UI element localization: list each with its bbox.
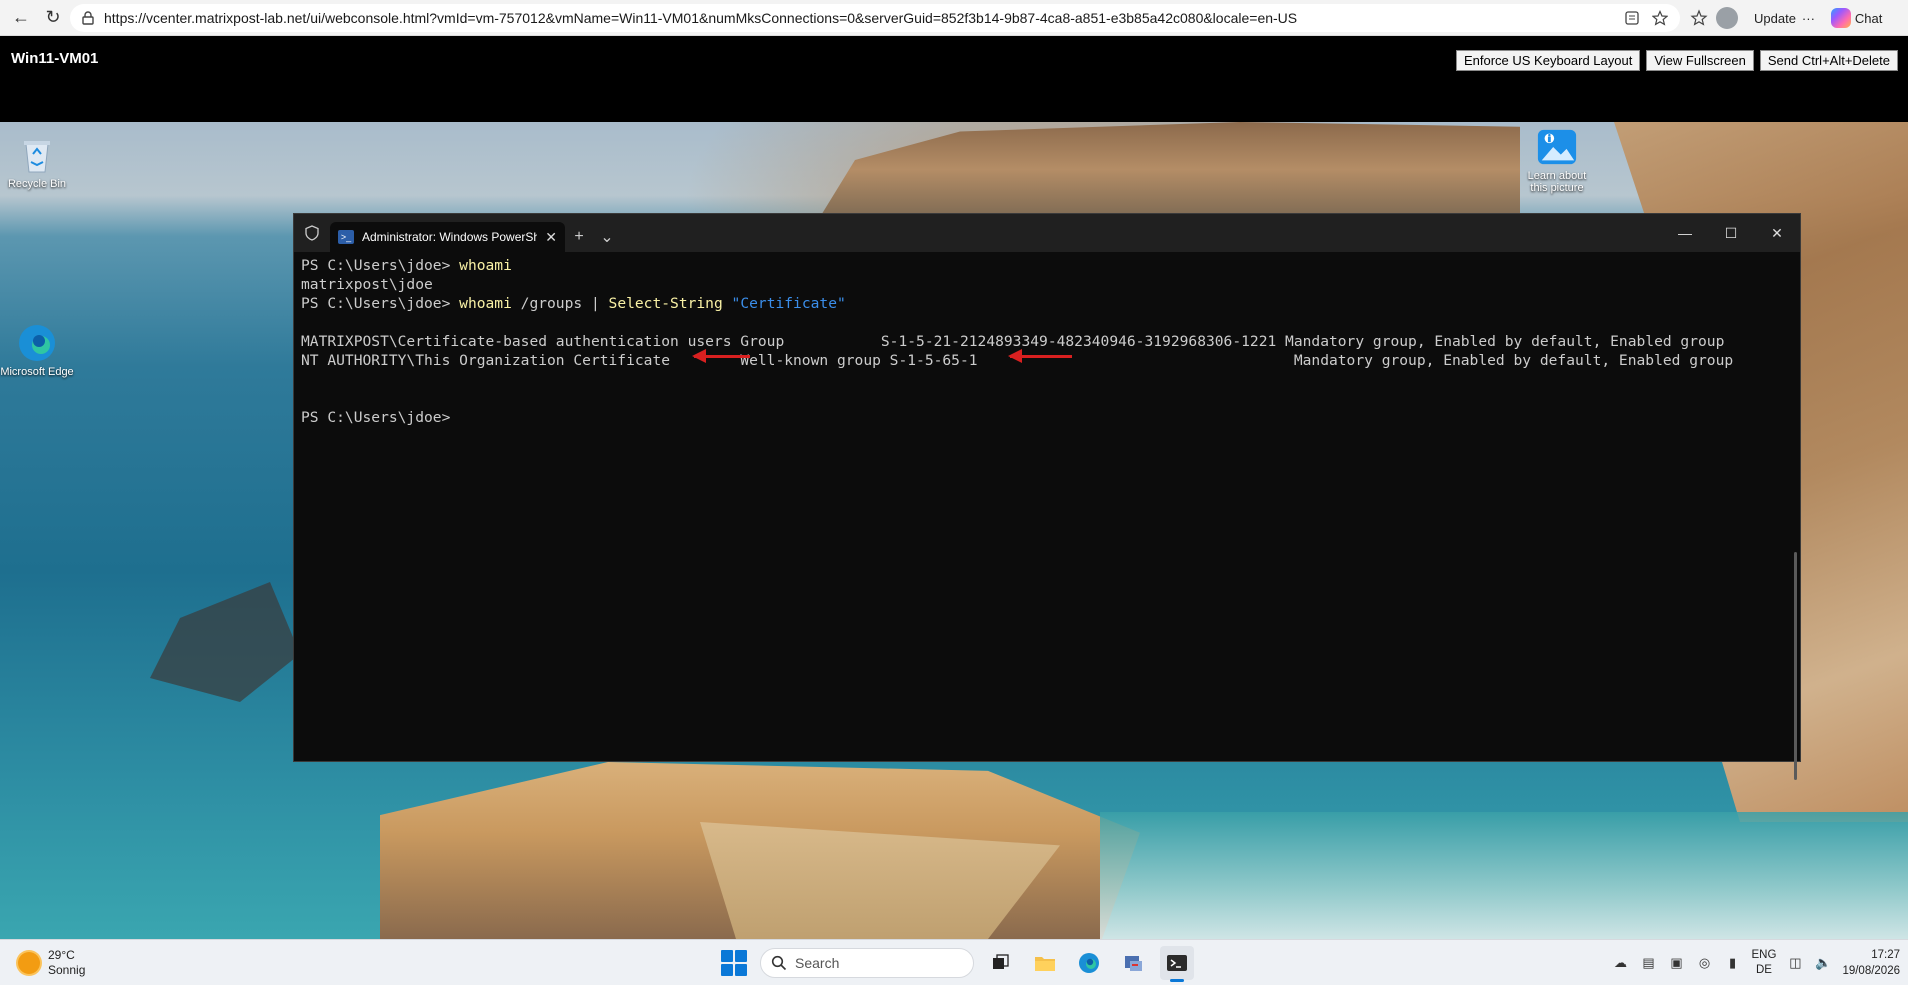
recycle-bin-label: Recycle Bin <box>7 178 67 190</box>
shield-icon <box>294 214 330 252</box>
copilot-chat-button[interactable]: Chat <box>1830 8 1883 28</box>
taskbar-search[interactable]: Search <box>760 948 974 978</box>
edge-label: Microsoft Edge <box>0 366 74 378</box>
clock[interactable]: 17:27 19/08/2026 <box>1842 947 1900 979</box>
annotation-arrow <box>692 349 750 363</box>
close-tab-icon[interactable]: ✕ <box>545 229 557 246</box>
input-language[interactable]: ENG DE <box>1752 948 1777 978</box>
terminal-tab-label: Administrator: Windows PowerShell <box>362 230 538 244</box>
terminal-titlebar[interactable]: >_ Administrator: Windows PowerShell ✕ +… <box>294 214 1800 252</box>
new-tab-icon[interactable]: + <box>565 222 593 252</box>
update-label: Update <box>1754 10 1796 26</box>
profile-avatar[interactable] <box>1716 7 1738 29</box>
browser-toolbar: ← ↻ https://vcenter.matrixpost-lab.net/u… <box>0 0 1908 36</box>
network-icon[interactable]: ◫ <box>1786 954 1804 972</box>
refresh-icon[interactable]: ↻ <box>38 3 68 33</box>
address-bar[interactable]: https://vcenter.matrixpost-lab.net/ui/we… <box>70 4 1680 32</box>
enforce-us-keyboard-button[interactable]: Enforce US Keyboard Layout <box>1455 50 1641 71</box>
close-icon[interactable]: ✕ <box>1754 214 1800 252</box>
windows-logo-icon <box>721 950 733 962</box>
file-explorer-icon[interactable] <box>1028 946 1062 980</box>
clock-date: 19/08/2026 <box>1842 965 1900 977</box>
terminal-line: PS C:\Users\jdoe> whoami <box>301 257 512 274</box>
terminal-scrollbar[interactable] <box>1794 552 1797 780</box>
learn-about-picture-label: Learn about this picture <box>1527 170 1587 194</box>
sun-icon <box>18 952 40 974</box>
terminal-window[interactable]: >_ Administrator: Windows PowerShell ✕ +… <box>293 213 1801 780</box>
favorites-icon[interactable] <box>1690 9 1708 27</box>
maximize-icon[interactable]: ☐ <box>1708 214 1754 252</box>
reader-mode-icon[interactable] <box>1624 10 1640 26</box>
copilot-icon <box>1830 8 1851 28</box>
server-manager-icon[interactable] <box>1116 946 1150 980</box>
desktop-icon-recycle-bin[interactable]: Recycle Bin <box>0 134 74 190</box>
lang-top: ENG <box>1751 949 1777 961</box>
lang-bottom: DE <box>1755 964 1772 976</box>
wallpaper-cliff <box>820 122 1520 217</box>
desktop-icon-edge[interactable]: Microsoft Edge <box>0 322 74 378</box>
search-placeholder: Search <box>795 955 840 971</box>
weather-desc: Sonnig <box>48 963 86 977</box>
vm-console-header: Win11-VM01 Enforce US Keyboard Layout Vi… <box>0 37 1908 122</box>
send-ctrl-alt-delete-button[interactable]: Send Ctrl+Alt+Delete <box>1759 50 1898 71</box>
onedrive-offline-icon[interactable]: ☁ <box>1612 954 1630 972</box>
learn-about-picture-icon <box>1536 126 1578 168</box>
desktop-icon-learn-about-picture[interactable]: Learn about this picture <box>1520 126 1594 194</box>
vmware-tools-icon[interactable]: ▣ <box>1668 954 1686 972</box>
clock-time: 17:27 <box>1871 949 1900 961</box>
edge-taskbar-icon[interactable] <box>1072 946 1106 980</box>
chevron-down-icon[interactable]: ⌄ <box>593 222 621 252</box>
terminal-line: MATRIXPOST\Certificate-based authenticat… <box>301 333 1725 350</box>
weather-temp: 29°C <box>48 948 75 962</box>
speaker-icon[interactable]: 🔈 <box>1814 954 1832 972</box>
minimize-icon[interactable]: — <box>1662 214 1708 252</box>
desktop-wallpaper: Recycle Bin Microsoft Edge Learn about t… <box>0 122 1908 939</box>
back-icon[interactable]: ← <box>6 3 36 33</box>
recycle-bin-icon <box>16 134 58 176</box>
start-button[interactable] <box>718 947 750 979</box>
wallpaper-sea <box>1100 812 1908 939</box>
terminal-output[interactable]: PS C:\Users\jdoe> whoami matrixpost\jdoe P… <box>294 252 1800 780</box>
weather-widget[interactable]: 29°C Sonnig <box>18 948 85 978</box>
update-button[interactable]: Update ··· <box>1746 5 1823 31</box>
favorite-star-icon[interactable] <box>1652 10 1668 26</box>
terminal-tab[interactable]: >_ Administrator: Windows PowerShell ✕ <box>330 222 565 252</box>
edge-icon <box>16 322 58 364</box>
url-text[interactable]: https://vcenter.matrixpost-lab.net/ui/we… <box>104 10 1297 26</box>
usb-icon[interactable]: ▮ <box>1724 954 1742 972</box>
wallpaper-rocks <box>150 582 300 702</box>
view-fullscreen-button[interactable]: View Fullscreen <box>1646 50 1754 71</box>
terminal-line: matrixpost\jdoe <box>301 276 433 293</box>
search-icon <box>771 955 787 971</box>
terminal-taskbar-icon[interactable] <box>1160 946 1194 982</box>
chat-label: Chat <box>1854 10 1883 26</box>
terminal-line: NT AUTHORITY\This Organization Certifica… <box>301 352 1734 369</box>
terminal-line: PS C:\Users\jdoe> whoami /groups | Selec… <box>301 295 846 312</box>
network-drive-icon[interactable]: ▤ <box>1640 954 1658 972</box>
taskbar: 29°C Sonnig Search ☁ ▤ ▣ ◎ ▮ ENG DE ◫ 🔈 … <box>0 939 1908 985</box>
powershell-icon: >_ <box>338 230 354 244</box>
more-options-icon[interactable]: ··· <box>1802 11 1815 26</box>
annotation-arrow <box>1008 349 1072 363</box>
security-icon[interactable]: ◎ <box>1696 954 1714 972</box>
vm-title: Win11-VM01 <box>11 50 99 67</box>
site-info-icon[interactable] <box>80 10 96 26</box>
terminal-line: PS C:\Users\jdoe> <box>301 409 460 426</box>
task-view-icon[interactable] <box>984 946 1018 980</box>
